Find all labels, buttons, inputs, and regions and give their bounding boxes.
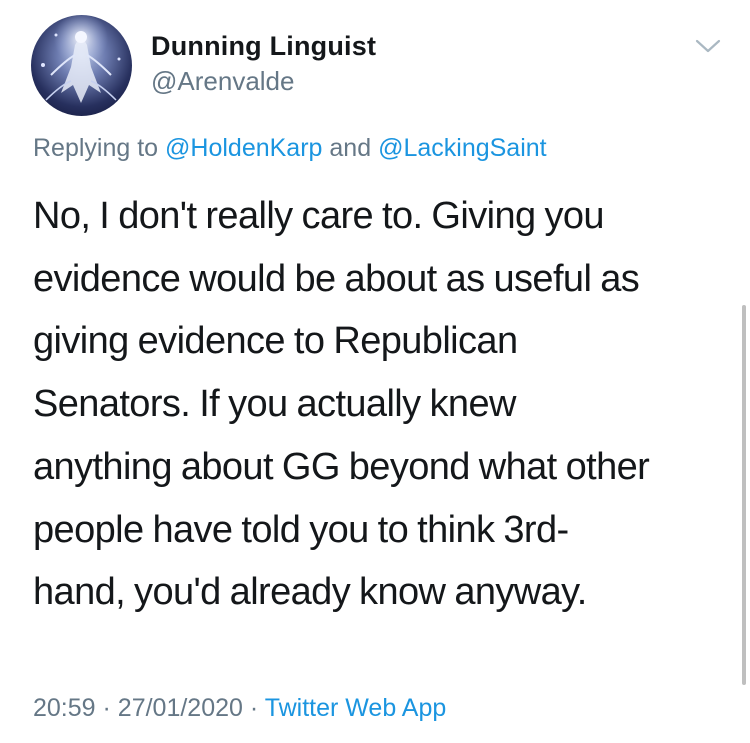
tweet-text-line: giving evidence to Republican [33,320,518,363]
mention-link[interactable]: @LackingSaint [378,134,547,162]
user-handle[interactable]: @Arenvalde [151,66,376,96]
display-name[interactable]: Dunning Linguist [151,31,376,61]
chevron-down-icon[interactable] [694,36,722,56]
replying-prefix: Replying to [33,134,159,162]
scrollbar[interactable] [742,305,746,685]
tweet-text-line: Senators. If you actually knew [33,383,516,426]
meta-separator: · [249,694,259,722]
replying-joiner: and [329,134,372,162]
tweet-meta: 20:59 · 27/01/2020 · Twitter Web App [33,693,446,723]
mention-link[interactable]: @HoldenKarp [165,134,322,162]
tweet-text-line: hand, you'd already know anyway. [33,571,587,614]
tweet-text-line: No, I don't really care to. Giving you [33,195,605,237]
tweet: Dunning Linguist @Arenvalde Replying to … [0,0,750,743]
tweet-text: No, I don't really care to. Giving you e… [33,185,733,624]
meta-separator: · [102,694,111,722]
author-info: Dunning Linguist @Arenvalde [151,31,376,96]
tweet-text-line: evidence would be about as useful as [33,257,640,300]
tweet-date[interactable]: 27/01/2020 [118,694,243,722]
avatar-figure [41,15,121,103]
tweet-time[interactable]: 20:59 [33,694,96,722]
tweet-source-link[interactable]: Twitter Web App [265,694,447,722]
tweet-text-line: people have told you to think 3rd- [33,508,569,551]
replying-to: Replying to @HoldenKarp and @LackingSain… [33,133,547,163]
tweet-text-line: anything about GG beyond what other [33,445,650,488]
avatar[interactable] [31,15,132,116]
